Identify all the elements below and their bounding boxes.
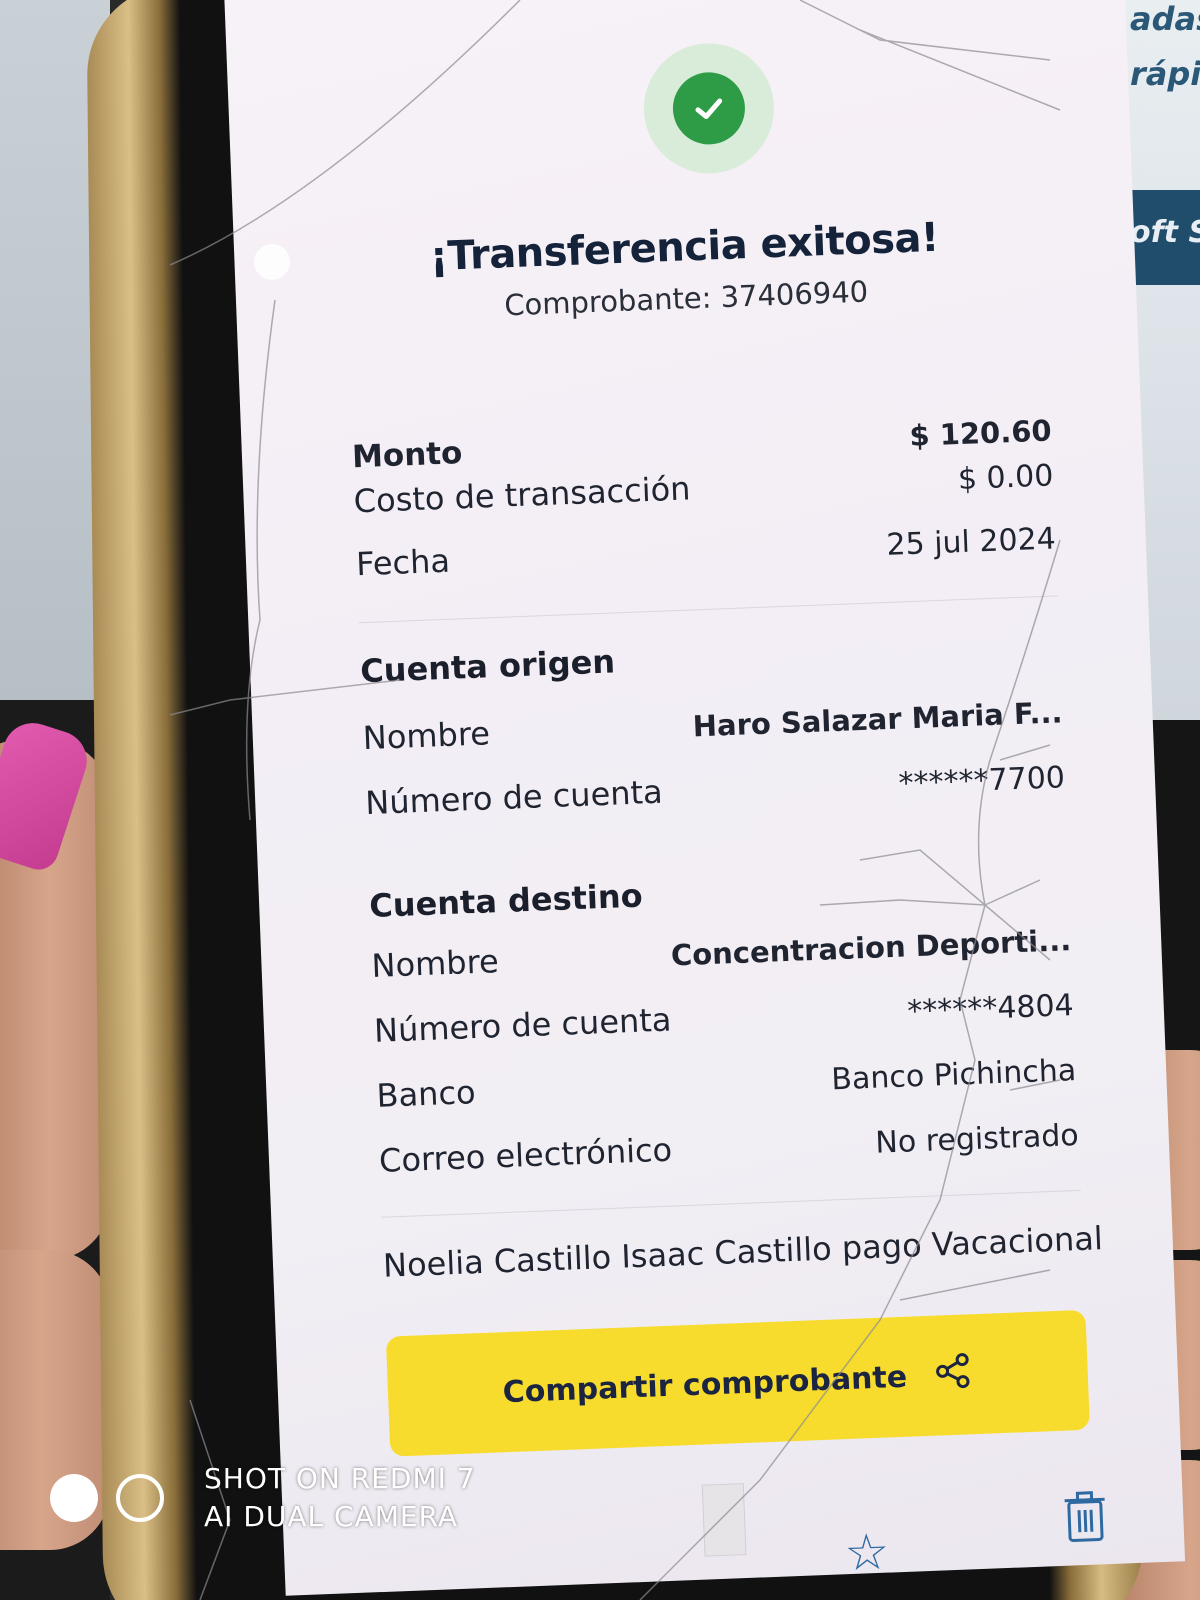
- destination-email-value: No registrado: [874, 1117, 1080, 1161]
- destination-name-value: Concentracion Deporti...: [670, 923, 1072, 973]
- share-icon: [932, 1350, 974, 1400]
- watermark-dot-icon: [50, 1474, 98, 1522]
- watermark-ring-icon: [116, 1474, 164, 1522]
- destination-bank-value: Banco Pichincha: [830, 1053, 1077, 1098]
- share-button-label: Compartir comprobante: [502, 1359, 908, 1410]
- fee-value: $ 0.00: [957, 458, 1054, 498]
- destination-account-label: Número de cuenta: [373, 1000, 673, 1050]
- amount-value: $ 120.60: [908, 413, 1053, 453]
- destination-account-row: Número de cuenta ******4804: [373, 985, 1074, 1050]
- origin-name-value: Haro Salazar Maria F...: [692, 695, 1064, 744]
- destination-bank-row: Banco Banco Pichincha: [376, 1050, 1077, 1115]
- origin-account-row: Número de cuenta ******7700: [365, 757, 1066, 822]
- origin-account-value: ******7700: [897, 760, 1066, 802]
- date-row: Fecha 25 jul 2024: [355, 518, 1056, 583]
- origin-heading: Cuenta origen: [359, 642, 616, 691]
- phone-body: ¡Transferencia exitosa! Comprobante: 374…: [86, 0, 1186, 1600]
- destination-email-row: Correo electrónico No registrado: [378, 1115, 1079, 1180]
- destination-name-row: Nombre Concentracion Deporti...: [371, 920, 1072, 985]
- destination-heading: Cuenta destino: [368, 876, 644, 926]
- divider: [358, 595, 1058, 624]
- destination-account-value: ******4804: [906, 988, 1075, 1030]
- date-value: 25 jul 2024: [885, 521, 1057, 563]
- share-receipt-button[interactable]: Compartir comprobante: [385, 1309, 1090, 1457]
- watermark-line-1: SHOT ON REDMI 7: [204, 1462, 476, 1495]
- amount-label: Monto: [351, 435, 464, 476]
- camera-watermark: SHOT ON REDMI 7 AI DUAL CAMERA: [50, 1460, 476, 1536]
- origin-name-row: Nombre Haro Salazar Maria F...: [362, 692, 1063, 757]
- star-icon[interactable]: ☆: [843, 1523, 890, 1583]
- background-text: adas: [1130, 0, 1200, 38]
- destination-bank-label: Banco: [375, 1073, 477, 1115]
- background-text: oft S: [1130, 215, 1200, 250]
- check-icon: [671, 71, 747, 146]
- transfer-note: Noelia Castillo Isaac Castillo pago Vaca…: [382, 1219, 1104, 1285]
- origin-account-label: Número de cuenta: [364, 772, 664, 823]
- destination-name-label: Nombre: [370, 942, 500, 985]
- divider: [381, 1189, 1081, 1218]
- image-thumbnail[interactable]: [701, 1483, 747, 1557]
- trash-icon[interactable]: [1062, 1489, 1108, 1547]
- fee-label: Costo de transacción: [353, 469, 692, 521]
- watermark-line-2: AI DUAL CAMERA: [204, 1500, 459, 1533]
- destination-email-label: Correo electrónico: [378, 1130, 673, 1180]
- phone-screen: ¡Transferencia exitosa! Comprobante: 374…: [224, 0, 1186, 1596]
- background-text: rápi: [1130, 55, 1200, 93]
- watermark-text: SHOT ON REDMI 7 AI DUAL CAMERA: [204, 1460, 476, 1536]
- date-label: Fecha: [355, 541, 451, 584]
- origin-name-label: Nombre: [362, 714, 491, 758]
- success-badge: [641, 40, 777, 176]
